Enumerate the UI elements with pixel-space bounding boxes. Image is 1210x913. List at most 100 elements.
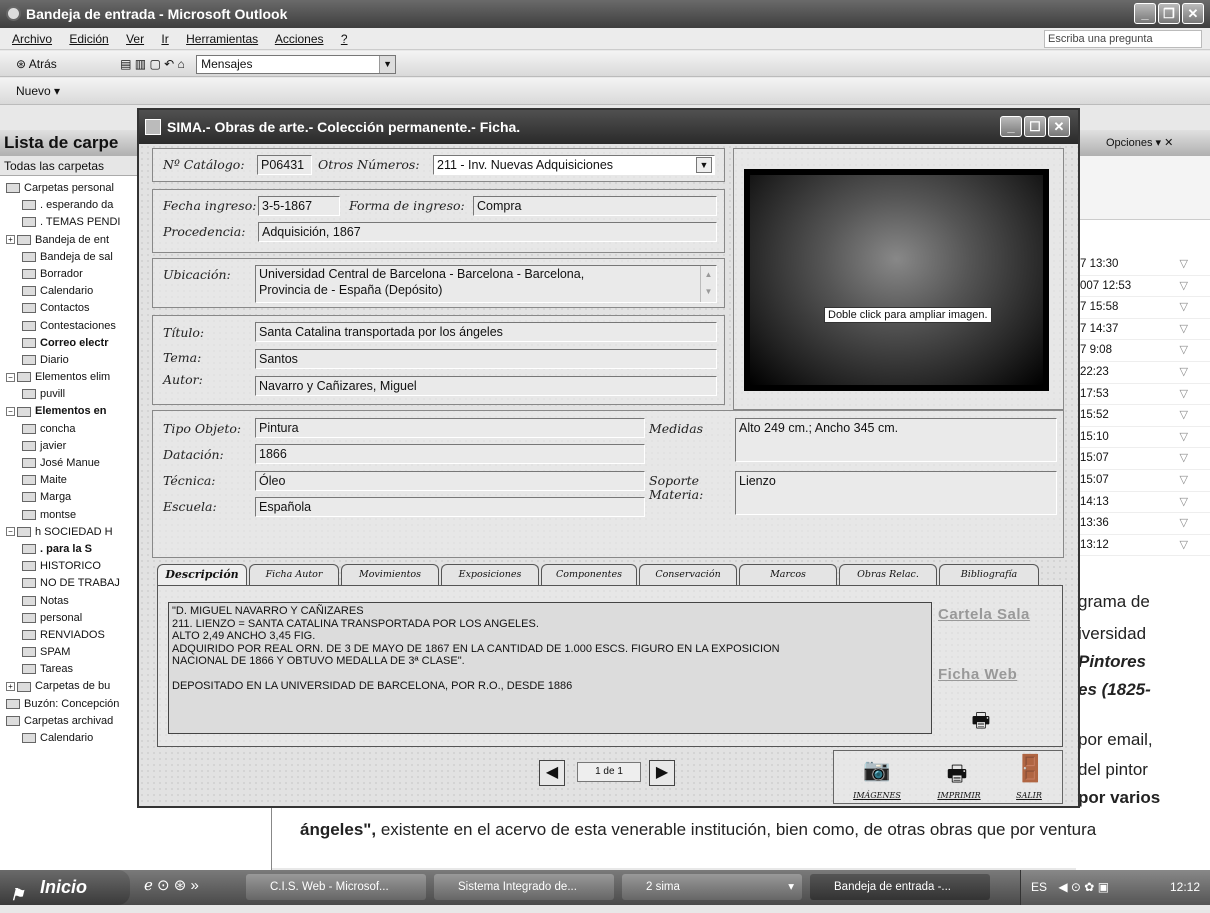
flag-icon[interactable]: ▽ bbox=[1180, 362, 1188, 383]
tab-7[interactable]: Marcos bbox=[739, 564, 837, 586]
cartela-sala-link[interactable]: Cartela Sala bbox=[938, 606, 1030, 623]
tab-5[interactable]: Componentes bbox=[541, 564, 637, 586]
scrollbar[interactable]: ▲ ▼ bbox=[700, 266, 716, 302]
exit-button[interactable]: SALIR bbox=[1008, 791, 1050, 800]
back-button[interactable]: Atrás bbox=[29, 57, 57, 71]
tab-2[interactable]: Ficha Autor bbox=[249, 564, 339, 586]
exit-door-icon[interactable]: 🚪 bbox=[1014, 753, 1046, 784]
entry-date-field[interactable]: 3-5-1867 bbox=[258, 196, 340, 216]
quick-launch-icons[interactable]: ℯ ⊙ ⊛ » bbox=[144, 876, 199, 894]
toolbar-icons[interactable]: ▤ ▥ ▢ ↶ ⌂ bbox=[120, 57, 185, 71]
expand-toggle-icon[interactable]: − bbox=[6, 407, 15, 417]
back-arrow-icon[interactable]: ⊛ bbox=[16, 57, 29, 71]
taskbar-item-sistema[interactable]: Sistema Integrado de... bbox=[434, 874, 614, 900]
flag-icon[interactable]: ▽ bbox=[1180, 319, 1188, 340]
sima-minimize-button[interactable]: _ bbox=[1000, 116, 1022, 137]
menu-ver[interactable]: Ver bbox=[126, 32, 144, 46]
message-row[interactable]: 13:12 ▽ bbox=[1076, 535, 1210, 557]
message-row[interactable]: 17:53 ▽ bbox=[1076, 384, 1210, 406]
tab-8[interactable]: Obras Relac. bbox=[839, 564, 937, 586]
flag-icon[interactable]: ▽ bbox=[1180, 405, 1188, 426]
school-field[interactable]: Española bbox=[255, 497, 645, 517]
entry-form-field[interactable]: Compra bbox=[473, 196, 717, 216]
flag-icon[interactable]: ▽ bbox=[1180, 384, 1188, 405]
preview-bottom-line: ángeles", existente en el acervo de esta… bbox=[300, 820, 1096, 840]
print-button[interactable]: IMPRIMIR bbox=[930, 791, 988, 800]
message-row[interactable]: 7 9:08 ▽ bbox=[1076, 340, 1210, 362]
catalog-field[interactable]: P06431 bbox=[257, 155, 312, 175]
location-field[interactable]: Universidad Central de Barcelona - Barce… bbox=[255, 265, 717, 303]
previous-record-button[interactable]: ◀ bbox=[539, 760, 565, 786]
ficha-web-link[interactable]: Ficha Web bbox=[938, 666, 1017, 683]
title-field[interactable]: Santa Catalina transportada por los ánge… bbox=[255, 322, 717, 342]
author-field[interactable]: Navarro y Cañizares, Miguel bbox=[255, 376, 717, 396]
printer-icon[interactable]: 🖶 bbox=[942, 757, 972, 795]
flag-icon[interactable]: ▽ bbox=[1180, 276, 1188, 297]
menu-acciones[interactable]: Acciones bbox=[275, 32, 324, 46]
flag-icon[interactable]: ▽ bbox=[1180, 254, 1188, 275]
maximize-button[interactable]: ❐ bbox=[1158, 3, 1180, 24]
flag-icon[interactable]: ▽ bbox=[1180, 513, 1188, 534]
minimize-button[interactable]: _ bbox=[1134, 3, 1156, 24]
artwork-image[interactable]: Doble click para ampliar imagen. bbox=[744, 169, 1049, 391]
message-row[interactable]: 22:23 ▽ bbox=[1076, 362, 1210, 384]
sima-close-button[interactable]: ✕ bbox=[1048, 116, 1070, 137]
support-field[interactable]: Lienzo bbox=[735, 471, 1057, 515]
theme-field[interactable]: Santos bbox=[255, 349, 717, 369]
message-row[interactable]: 13:36 ▽ bbox=[1076, 513, 1210, 535]
message-row[interactable]: 7 13:30 ▽ bbox=[1076, 254, 1210, 276]
message-row[interactable]: 7 15:58 ▽ bbox=[1076, 297, 1210, 319]
message-row[interactable]: 007 12:53 ▽ bbox=[1076, 276, 1210, 298]
flag-icon[interactable]: ▽ bbox=[1180, 427, 1188, 448]
message-row[interactable]: 15:10 ▽ bbox=[1076, 427, 1210, 449]
taskbar-item-sima[interactable]: 2 sima ▾ bbox=[622, 874, 802, 900]
flag-icon[interactable]: ▽ bbox=[1180, 470, 1188, 491]
images-button[interactable]: IMÁGENES bbox=[846, 791, 908, 800]
expand-toggle-icon[interactable]: + bbox=[6, 682, 15, 692]
ask-question-input[interactable]: Escriba una pregunta bbox=[1044, 30, 1202, 48]
description-text[interactable]: "D. MIGUEL NAVARRO Y CAÑIZARES 211. LIEN… bbox=[168, 602, 932, 734]
flag-icon[interactable]: ▽ bbox=[1180, 340, 1188, 361]
taskbar-item-outlook[interactable]: Bandeja de entrada -... bbox=[810, 874, 990, 900]
menu-edicion[interactable]: Edición bbox=[69, 32, 108, 46]
close-button[interactable]: ✕ bbox=[1182, 3, 1204, 24]
provenance-field[interactable]: Adquisición, 1867 bbox=[258, 222, 717, 242]
technique-field[interactable]: Óleo bbox=[255, 471, 645, 491]
flag-icon[interactable]: ▽ bbox=[1180, 448, 1188, 469]
message-row[interactable]: 7 14:37 ▽ bbox=[1076, 319, 1210, 341]
message-row[interactable]: 15:52 ▽ bbox=[1076, 405, 1210, 427]
expand-toggle-icon[interactable]: − bbox=[6, 372, 15, 382]
flag-icon[interactable]: ▽ bbox=[1180, 492, 1188, 513]
start-button[interactable]: ⚑ Inicio bbox=[0, 870, 130, 905]
flag-icon[interactable]: ▽ bbox=[1180, 297, 1188, 318]
tab-1[interactable]: Descripción bbox=[157, 564, 247, 586]
tab-6[interactable]: Conservación bbox=[639, 564, 737, 586]
message-row[interactable]: 15:07 ▽ bbox=[1076, 470, 1210, 492]
menu-help[interactable]: ? bbox=[341, 32, 348, 46]
menu-archivo[interactable]: Archivo bbox=[12, 32, 52, 46]
menu-herramientas[interactable]: Herramientas bbox=[186, 32, 258, 46]
printer-icon[interactable]: 🖶 bbox=[966, 706, 996, 740]
view-combo[interactable]: Mensajes ▼ bbox=[196, 55, 397, 75]
other-numbers-select[interactable]: 211 - Inv. Nuevas Adquisiciones ▼ bbox=[433, 155, 715, 175]
camera-icon[interactable]: 📷 bbox=[862, 757, 892, 783]
measures-field[interactable]: Alto 249 cm.; Ancho 345 cm. bbox=[735, 418, 1057, 462]
message-row[interactable]: 15:07 ▽ bbox=[1076, 448, 1210, 470]
tab-4[interactable]: Exposiciones bbox=[441, 564, 539, 586]
tab-9[interactable]: Bibliografía bbox=[939, 564, 1039, 586]
dating-field[interactable]: 1866 bbox=[255, 444, 645, 464]
flag-icon[interactable]: ▽ bbox=[1180, 535, 1188, 556]
options-button[interactable]: Opciones ▾ ✕ bbox=[1076, 130, 1210, 156]
sima-maximize-button[interactable]: ☐ bbox=[1024, 116, 1046, 137]
next-record-button[interactable]: ▶ bbox=[649, 760, 675, 786]
new-button[interactable]: Nuevo bbox=[16, 84, 51, 98]
taskbar-item-cis-web[interactable]: C.I.S. Web - Microsof... bbox=[246, 874, 426, 900]
language-indicator[interactable]: ES bbox=[1031, 880, 1047, 894]
tab-3[interactable]: Movimientos bbox=[341, 564, 439, 586]
message-row[interactable]: 14:13 ▽ bbox=[1076, 492, 1210, 514]
expand-toggle-icon[interactable]: − bbox=[6, 527, 15, 537]
expand-toggle-icon[interactable]: + bbox=[6, 235, 15, 245]
menu-ir[interactable]: Ir bbox=[161, 32, 168, 46]
tray-icons[interactable]: ◀ ⊙ ✿ ▣ bbox=[1058, 880, 1109, 894]
object-type-field[interactable]: Pintura bbox=[255, 418, 645, 438]
